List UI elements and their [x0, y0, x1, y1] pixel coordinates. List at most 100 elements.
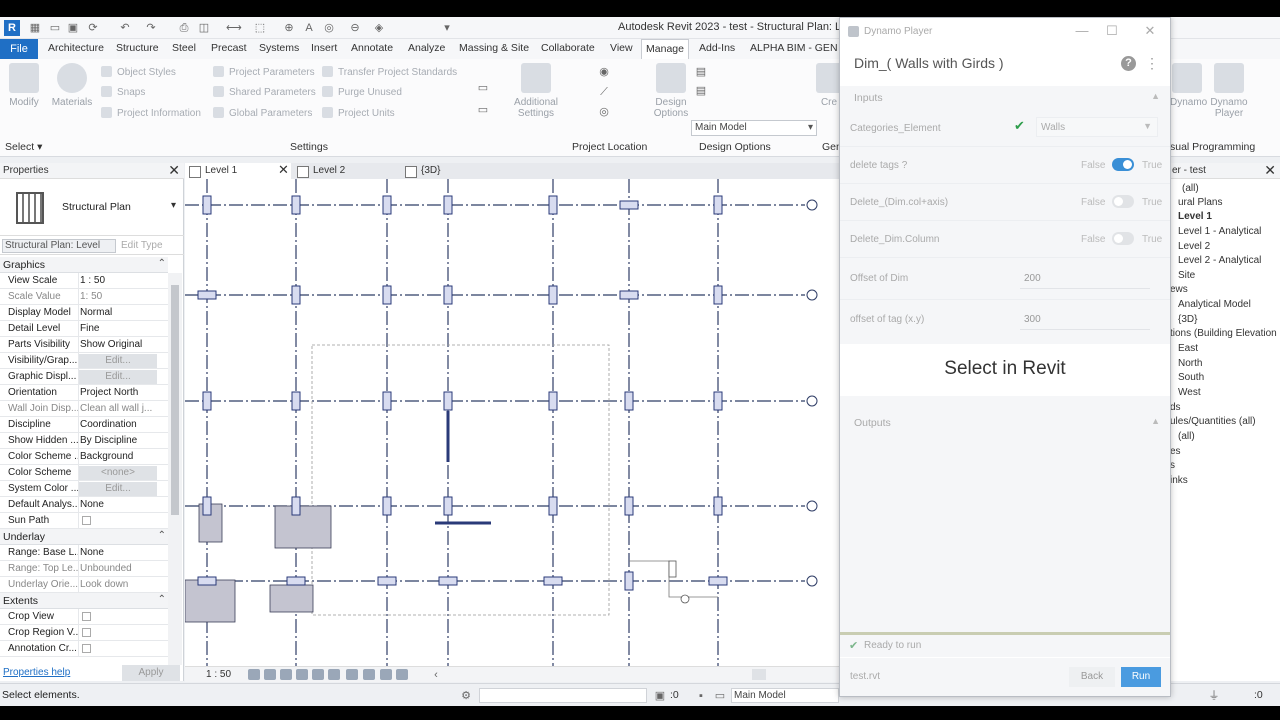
worksharing-icon[interactable] [396, 669, 408, 680]
properties-help-link[interactable]: Properties help [3, 667, 70, 678]
exclude-options-icon[interactable]: ▭ [713, 689, 727, 703]
shared-parameters-button[interactable]: Shared Parameters [213, 86, 316, 98]
position-icon[interactable]: ◎ [597, 105, 611, 119]
structural-column[interactable] [202, 391, 212, 411]
settings-dropdown-icon[interactable]: ▭ [476, 81, 490, 95]
transfer-project-standards-button[interactable]: Transfer Project Standards [322, 66, 457, 78]
help-icon[interactable]: ? [1121, 56, 1136, 71]
project-units-button[interactable]: Project Units [322, 107, 395, 119]
materials-button[interactable]: Materials [49, 63, 95, 108]
group-extents[interactable]: Extents ⌃ [0, 593, 168, 609]
structural-column[interactable] [443, 285, 453, 305]
instance-filter-select[interactable]: Structural Plan: Level [2, 239, 116, 253]
structural-column[interactable] [713, 391, 723, 411]
crop-view-icon[interactable] [312, 669, 324, 680]
collapse-icon[interactable]: ⌃ [158, 594, 166, 605]
project-parameters-button[interactable]: Project Parameters [213, 66, 315, 78]
property-row[interactable]: Parts Visibility Show Original [0, 337, 168, 353]
measure-icon[interactable]: ◫ [197, 21, 211, 35]
tab-systems[interactable]: Systems [259, 42, 299, 54]
property-row[interactable]: Color Scheme ... Background [0, 449, 168, 465]
property-row[interactable]: Detail Level Fine [0, 321, 168, 337]
save-icon[interactable]: ▣ [66, 21, 80, 35]
browser-item[interactable]: inks [1170, 475, 1188, 486]
redo-icon[interactable]: ↷ [144, 21, 158, 35]
snaps-button[interactable]: Snaps [101, 86, 145, 98]
structural-column[interactable] [202, 195, 212, 215]
structural-column[interactable] [197, 290, 217, 300]
tab-view[interactable]: View [610, 42, 633, 54]
active-design-option[interactable]: Main Model [731, 688, 839, 703]
delete-tags-toggle[interactable] [1112, 158, 1134, 171]
tab-add-ins[interactable]: Add-Ins [699, 42, 735, 54]
tab-precast[interactable]: Precast [211, 42, 247, 54]
main-model-select[interactable]: Main Model [691, 120, 817, 136]
structural-column[interactable] [624, 496, 634, 516]
collapse-icon[interactable]: ⌃ [158, 258, 166, 269]
group-graphics[interactable]: Graphics ⌃ [0, 257, 168, 273]
drawing-canvas[interactable] [185, 179, 840, 666]
tab-analyze[interactable]: Analyze [408, 42, 445, 54]
edit-type-button[interactable]: Edit Type [121, 240, 163, 251]
browser-item[interactable]: es [1170, 446, 1181, 457]
filter-icon[interactable]: ⏚ [1207, 689, 1221, 703]
property-row[interactable]: Scale Value 1: 50 [0, 289, 168, 305]
structural-column[interactable] [543, 576, 563, 586]
structural-column[interactable] [443, 391, 453, 411]
structural-column[interactable] [382, 285, 392, 305]
tab-level-1[interactable]: Level 1 [185, 163, 291, 179]
workset-select[interactable] [479, 688, 647, 703]
tab-manage[interactable]: Manage [641, 39, 689, 59]
structural-column[interactable] [377, 576, 397, 586]
undo-icon[interactable]: ↶ [118, 21, 132, 35]
chevron-down-icon[interactable]: ▾ [171, 200, 176, 211]
editable-only-icon[interactable]: ▣ [653, 689, 667, 703]
property-row[interactable]: Visibility/Grap... Edit... [0, 353, 168, 369]
sync-icon[interactable]: ⟳ [86, 21, 100, 35]
tab-3d[interactable]: {3D} [401, 163, 507, 179]
home-icon[interactable]: ▦ [28, 21, 42, 35]
dynamo-button[interactable]: Dynamo [1170, 63, 1207, 108]
property-row[interactable]: Underlay Orie... Look down [0, 577, 168, 593]
property-row[interactable]: Graphic Displ... Edit... [0, 369, 168, 385]
close-icon[interactable]: ✕ [1264, 162, 1276, 179]
switch-windows-icon[interactable]: ◈ [372, 21, 386, 35]
tag-icon[interactable]: ⬚ [253, 21, 267, 35]
structural-column[interactable] [708, 576, 728, 586]
property-row[interactable]: Range: Base L... None [0, 545, 168, 561]
worksets-icon[interactable]: ⚙ [459, 689, 473, 703]
tab-file[interactable]: File [0, 39, 38, 59]
browser-item[interactable]: {3D} [1178, 314, 1197, 325]
browser-item[interactable]: ds [1170, 402, 1181, 413]
property-checkbox[interactable] [82, 516, 91, 525]
tab-insert[interactable]: Insert [311, 42, 337, 54]
structural-column[interactable] [624, 391, 634, 411]
browser-item[interactable]: tions (Building Elevation [1170, 328, 1277, 339]
structural-column[interactable] [382, 195, 392, 215]
minimize-icon[interactable]: — [1067, 22, 1097, 40]
additional-settings-button[interactable]: Additional Settings [510, 63, 562, 119]
global-parameters-button[interactable]: Global Parameters [213, 107, 312, 119]
structural-column[interactable] [548, 496, 558, 516]
structural-column[interactable] [619, 290, 639, 300]
structural-column[interactable] [382, 496, 392, 516]
type-selector[interactable]: Structural Plan ▾ [0, 180, 184, 236]
grid-bubbles[interactable] [806, 199, 818, 587]
dimension-icon[interactable]: ⟷ [226, 21, 242, 35]
structural-column[interactable] [291, 285, 301, 305]
property-row[interactable]: Wall Join Disp... Clean all wall j... [0, 401, 168, 417]
project-information-button[interactable]: Project Information [101, 107, 201, 119]
property-row[interactable]: Range: Top Le... Unbounded [0, 561, 168, 577]
browser-item[interactable]: West [1178, 387, 1201, 398]
collapse-icon[interactable]: ⌃ [158, 530, 166, 541]
purge-unused-button[interactable]: Purge Unused [322, 86, 402, 98]
property-edit-button[interactable]: Edit... [79, 370, 157, 384]
browser-item[interactable]: South [1178, 372, 1204, 383]
shadows-icon[interactable] [296, 669, 308, 680]
structural-column[interactable] [202, 496, 212, 516]
structural-column[interactable] [197, 576, 217, 586]
structural-column[interactable] [382, 391, 392, 411]
property-row[interactable]: Orientation Project North [0, 385, 168, 401]
inputs-section-header[interactable]: Inputs ▲ [840, 86, 1170, 110]
tab-steel[interactable]: Steel [172, 42, 196, 54]
